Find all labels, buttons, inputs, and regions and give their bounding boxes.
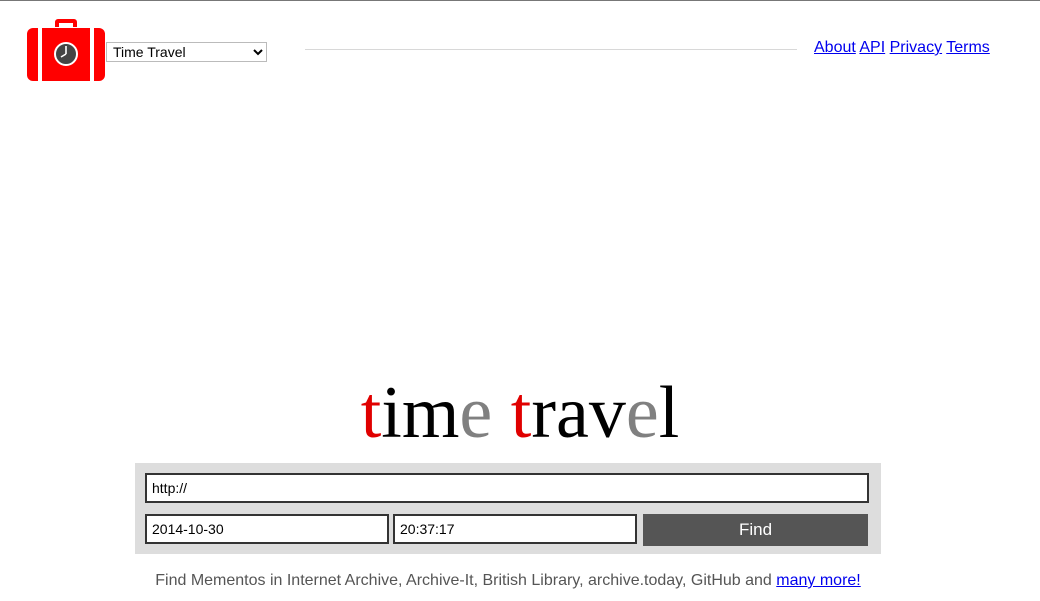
top-nav: About API Privacy Terms [814, 39, 990, 57]
nav-api-link[interactable]: API [859, 39, 885, 56]
time-input[interactable] [393, 514, 637, 544]
header-divider [305, 49, 797, 50]
brand-letter: t [360, 372, 382, 454]
site-select[interactable]: Time Travel [106, 42, 267, 62]
brand-letter: e [625, 372, 659, 454]
archives-text: Find Mementos in Internet Archive, Archi… [155, 572, 777, 589]
brand-letter: t [510, 372, 532, 454]
many-more-link[interactable]: many more! [776, 572, 860, 589]
brand-letter: r [531, 372, 556, 454]
brand-letter: m [401, 372, 460, 454]
archives-footer: Find Mementos in Internet Archive, Archi… [0, 572, 1016, 590]
nav-about-link[interactable]: About [814, 39, 856, 56]
brand-letter [492, 372, 511, 454]
brand-letter: i [381, 372, 402, 454]
brand-letter: e [459, 372, 493, 454]
brand-wordmark: time travel [0, 371, 1040, 455]
date-input[interactable] [145, 514, 389, 544]
brand-letter: l [658, 372, 680, 454]
url-input[interactable] [145, 473, 869, 503]
brand-letter: a [555, 372, 589, 454]
nav-privacy-link[interactable]: Privacy [890, 39, 942, 56]
page: Time Travel About API Privacy Terms time… [0, 0, 1040, 601]
find-button[interactable]: Find [643, 514, 868, 546]
time-travel-logo-icon[interactable] [27, 19, 105, 81]
brand-letter: v [588, 372, 626, 454]
nav-terms-link[interactable]: Terms [946, 39, 990, 56]
search-form: Find [135, 463, 881, 554]
